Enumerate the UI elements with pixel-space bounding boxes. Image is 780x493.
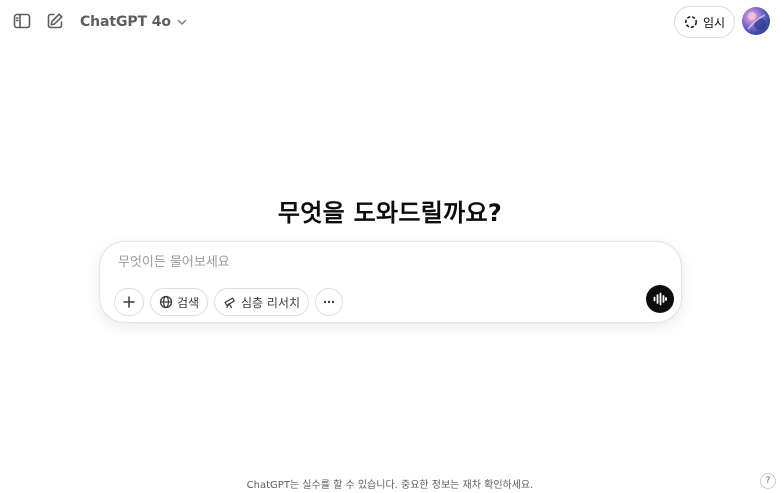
deep-research-label: 심층 리서치 bbox=[240, 295, 300, 310]
help-button[interactable]: ? bbox=[760, 473, 776, 489]
add-attachment-button[interactable] bbox=[114, 288, 144, 316]
sidebar-toggle-button[interactable] bbox=[9, 8, 35, 34]
deep-research-button[interactable]: 심층 리서치 bbox=[214, 288, 309, 316]
temporary-chat-button[interactable]: 임시 bbox=[674, 6, 735, 38]
top-bar: ChatGPT 4o 임시 bbox=[0, 0, 780, 44]
ellipsis-icon bbox=[323, 300, 335, 304]
chevron-down-icon bbox=[177, 19, 187, 25]
prompt-input[interactable] bbox=[118, 252, 658, 272]
page-title: 무엇을 도와드릴까요? bbox=[277, 199, 503, 227]
telescope-icon bbox=[224, 297, 235, 309]
avatar-image bbox=[747, 12, 766, 30]
more-tools-button[interactable] bbox=[315, 288, 343, 316]
model-name: ChatGPT 4o bbox=[80, 14, 171, 30]
temporary-chat-label: 임시 bbox=[702, 15, 726, 30]
edit-icon bbox=[47, 13, 63, 29]
search-label: 검색 bbox=[176, 295, 200, 310]
sidebar-icon bbox=[13, 13, 31, 29]
new-chat-button[interactable] bbox=[42, 8, 68, 34]
voice-mode-button[interactable] bbox=[646, 285, 674, 313]
dashed-circle-icon bbox=[685, 16, 697, 28]
disclaimer-text: ChatGPT는 실수를 할 수 있습니다. 중요한 정보는 재차 확인하세요. bbox=[246, 480, 534, 491]
avatar[interactable] bbox=[742, 7, 770, 35]
composer: 검색 심층 리서치 bbox=[99, 241, 682, 323]
chatgpt-home: ChatGPT 4o 임시 무엇을 도와드릴까요? 무엇이든 물어보세요 검색 … bbox=[0, 0, 780, 493]
voice-waveform-icon bbox=[653, 292, 667, 306]
model-selector[interactable]: ChatGPT 4o bbox=[80, 11, 188, 33]
globe-icon bbox=[159, 295, 173, 309]
search-button[interactable]: 검색 bbox=[150, 288, 208, 316]
plus-icon bbox=[123, 296, 135, 308]
